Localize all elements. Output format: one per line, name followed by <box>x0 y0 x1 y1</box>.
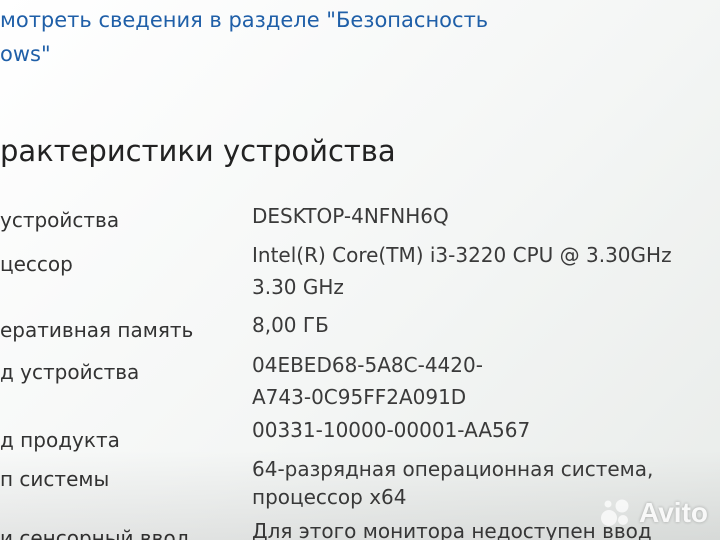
pen-touch-value: Для этого монитора недоступен ввод <box>252 519 652 540</box>
device-id-value-line1: 04EBED68-5A8C-4420- <box>252 353 483 377</box>
device-id-value-line2: A743-0C95FF2A091D <box>252 385 467 409</box>
windows-security-link[interactable]: мотреть сведения в разделе "Безопасность <box>0 8 488 32</box>
ram-label: еративная память <box>0 318 194 342</box>
product-id-label: д продукта <box>0 428 120 452</box>
product-id-value: 00331-10000-00001-AA567 <box>252 418 531 442</box>
windows-security-link-continued[interactable]: ows" <box>0 42 51 66</box>
avito-logo-icon <box>601 499 629 526</box>
system-type-value-line2: процессор x64 <box>252 485 407 509</box>
device-name-value: DESKTOP-4NFNH6Q <box>252 204 449 228</box>
processor-value-line2: 3.30 GHz <box>252 275 344 299</box>
pen-touch-label: и сенсорный ввод <box>0 526 190 540</box>
processor-value-line1: Intel(R) Core(TM) i3-3220 CPU @ 3.30GHz <box>252 243 672 267</box>
system-about-screen: мотреть сведения в разделе "Безопасность… <box>0 0 720 540</box>
system-type-label: п системы <box>0 467 110 491</box>
avito-watermark-text: Avito <box>639 497 708 528</box>
processor-label: цессор <box>0 252 73 276</box>
avito-watermark: Avito <box>599 496 708 530</box>
device-id-label: д устройства <box>0 360 140 384</box>
device-specifications-heading: рактеристики устройства <box>0 134 396 168</box>
ram-value: 8,00 ГБ <box>252 313 329 337</box>
device-name-label: устройства <box>0 208 120 232</box>
